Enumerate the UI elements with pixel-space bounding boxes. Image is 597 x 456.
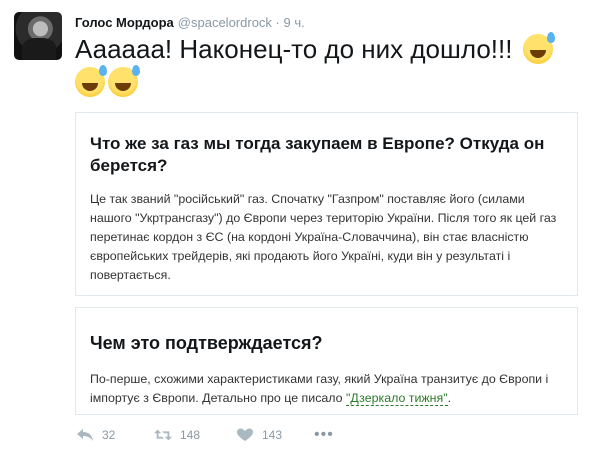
retweet-count: 148 xyxy=(180,428,201,442)
quote-card-1[interactable]: Что же за газ мы тогда закупаем в Европе… xyxy=(75,112,578,296)
card-title: Что же за газ мы тогда закупаем в Европе… xyxy=(90,134,545,175)
source-link[interactable]: "Дзеркало тижня" xyxy=(345,391,448,406)
reply-button[interactable]: 32 xyxy=(76,428,115,442)
reply-icon xyxy=(77,429,93,441)
sweat-smile-emoji xyxy=(522,32,555,64)
card-body: Це так званий "російський" газ. Спочатку… xyxy=(90,192,557,282)
heart-icon xyxy=(237,428,253,441)
retweet-icon xyxy=(154,429,172,441)
tweet-text: Аааааа! Наконец-то до них дошло!!! xyxy=(75,32,580,99)
more-button[interactable]: ••• xyxy=(314,426,334,443)
tweet-text-content: Аааааа! Наконец-то до них дошло!!! xyxy=(75,34,513,64)
avatar[interactable] xyxy=(14,12,62,60)
like-count: 143 xyxy=(262,428,283,442)
tweet-header: Голос Мордора @spacelordrock · 9 ч. xyxy=(75,15,305,30)
sweat-smile-emoji xyxy=(75,65,107,97)
reply-count: 32 xyxy=(102,428,116,442)
separator: · xyxy=(275,15,280,30)
card-body: По-перше, схожими характеристиками газу,… xyxy=(90,370,565,408)
card-body-end: . xyxy=(447,391,452,405)
author-handle[interactable]: @spacelordrock xyxy=(178,15,272,30)
card-body-text: По-перше, схожими характеристиками газу,… xyxy=(90,372,549,405)
author-name[interactable]: Голос Мордора xyxy=(75,15,174,30)
like-button[interactable]: 143 xyxy=(236,428,282,442)
more-icon: ••• xyxy=(314,426,334,443)
sweat-smile-emoji xyxy=(108,65,140,97)
quote-card-2[interactable]: Чем это подтверждается? По-перше, схожим… xyxy=(75,307,578,415)
retweet-button[interactable]: 148 xyxy=(154,428,200,442)
card-title: Чем это подтверждается? xyxy=(90,333,323,353)
tweet-time[interactable]: 9 ч. xyxy=(284,15,305,30)
